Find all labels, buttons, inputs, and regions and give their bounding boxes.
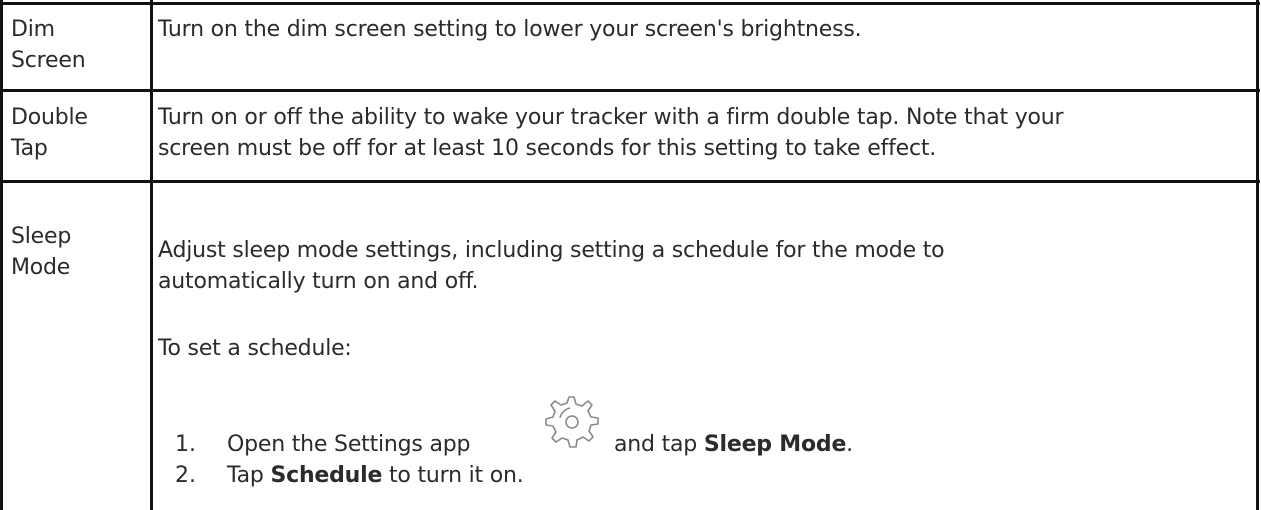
description-line: Turn on or off the ability to wake your …	[158, 105, 1064, 130]
step-number: 2.	[175, 463, 196, 488]
description-line: Adjust sleep mode settings, including se…	[158, 238, 945, 263]
column-divider	[150, 0, 153, 510]
step-text: Tap	[227, 463, 264, 488]
settings-table: Dim Screen Turn on the dim screen settin…	[0, 0, 1261, 510]
step-text: to turn it on.	[389, 463, 524, 488]
term-line: Tap	[11, 136, 48, 161]
term-dim-screen: Dim Screen	[11, 14, 146, 76]
row-divider-1	[0, 89, 1260, 92]
table-border-left	[0, 0, 3, 510]
step-2-text: Tap Schedule to turn it on.	[227, 460, 524, 491]
term-double-tap: Double Tap	[11, 102, 146, 164]
step-number: 1.	[175, 432, 196, 457]
term-line: Dim	[11, 17, 55, 42]
description-line: automatically turn on and off.	[158, 269, 479, 294]
table-border-right	[1256, 0, 1259, 510]
settings-gear-icon	[545, 396, 599, 448]
description-line: screen must be off for at least 10 secon…	[158, 136, 937, 161]
term-line: Sleep	[11, 224, 72, 249]
term-line: Screen	[11, 48, 86, 73]
description-sleep-mode: Adjust sleep mode settings, including se…	[158, 235, 945, 297]
term-sleep-mode: Sleep Mode	[11, 221, 146, 283]
term-line: Mode	[11, 255, 71, 280]
table-border-top	[0, 2, 1260, 5]
step-1-text-before: Open the Settings app	[227, 432, 471, 457]
step-text: and tap	[614, 432, 698, 457]
description-double-tap: Turn on or off the ability to wake your …	[158, 102, 1064, 164]
step-1-text-middle: and tap Sleep Mode.	[614, 429, 853, 460]
description-dim-screen: Turn on the dim screen setting to lower …	[158, 17, 862, 42]
sleep-mode-emphasis: Sleep Mode	[703, 432, 847, 457]
schedule-intro: To set a schedule:	[158, 336, 352, 361]
row-divider-2	[0, 180, 1260, 183]
schedule-emphasis: Schedule	[270, 463, 383, 488]
term-line: Double	[11, 105, 88, 130]
step-punctuation: .	[846, 432, 853, 457]
